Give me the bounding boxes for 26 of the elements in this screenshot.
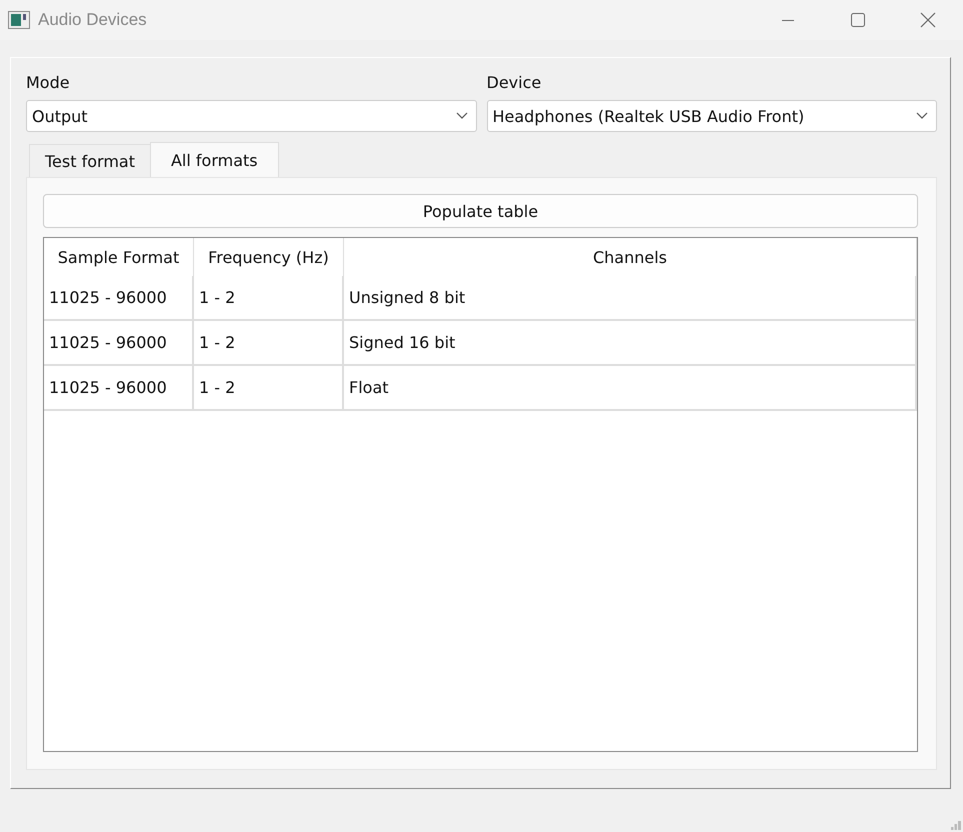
close-icon[interactable] (920, 12, 936, 28)
app-icon (8, 11, 30, 29)
tab[interactable]: Test format (29, 144, 151, 177)
field-label: Mode (26, 72, 71, 94)
table-cell: Float (344, 366, 917, 409)
table-cell: Signed 16 bit (344, 321, 917, 364)
table-cell: Unsigned 8 bit (344, 276, 917, 319)
maximize-icon[interactable] (851, 13, 865, 27)
resize-grip-icon[interactable] (951, 820, 961, 830)
window-title: Audio Devices (38, 10, 147, 30)
populate-button[interactable]: Populate table (43, 194, 918, 228)
table-cell: 11025 - 96000 (44, 321, 194, 364)
dropdown[interactable]: Output (26, 100, 476, 132)
column-header[interactable]: Sample Format (44, 238, 194, 276)
tab[interactable]: All formats (150, 142, 279, 177)
chevron-down-icon (456, 112, 468, 120)
table-cell: 11025 - 96000 (44, 276, 194, 319)
column-header[interactable]: Frequency (Hz) (194, 238, 344, 276)
table-cell: 1 - 2 (194, 321, 344, 364)
table-cell: 1 - 2 (194, 366, 344, 409)
table-cell: 11025 - 96000 (44, 366, 194, 409)
field-label: Device (486, 72, 542, 94)
dropdown[interactable]: Headphones (Realtek USB Audio Front) (486, 100, 937, 132)
column-header[interactable]: Channels (344, 238, 917, 276)
chevron-down-icon (916, 112, 928, 120)
table-cell: 1 - 2 (194, 276, 344, 319)
